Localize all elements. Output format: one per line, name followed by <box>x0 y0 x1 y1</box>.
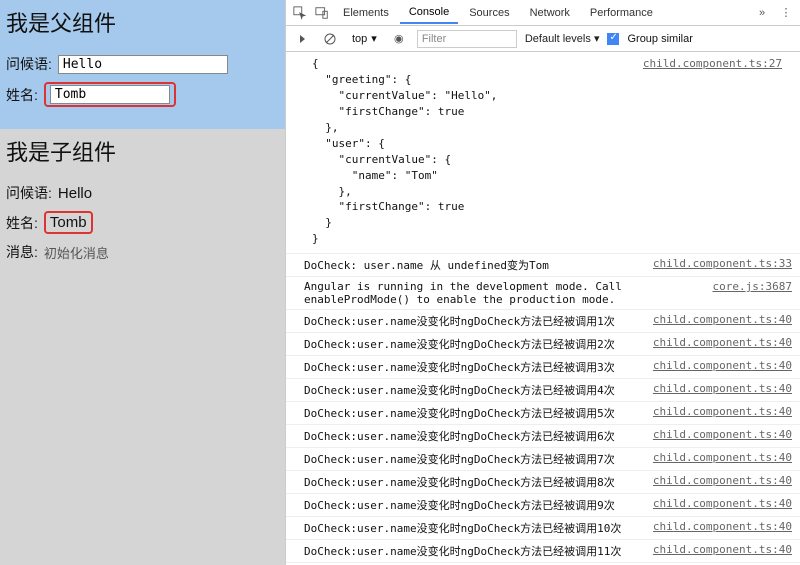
console-row: DoCheck:user.name没变化时ngDoCheck方法已经被调用6次c… <box>286 424 800 447</box>
greeting-input[interactable] <box>58 55 228 74</box>
clear-console-icon[interactable] <box>320 29 340 49</box>
console-message: Angular is running in the development mo… <box>304 280 713 306</box>
console-message: DoCheck:user.name没变化时ngDoCheck方法已经被调用9次 <box>304 497 653 513</box>
inspect-icon[interactable] <box>290 3 310 23</box>
console-row: DoCheck:user.name没变化时ngDoCheck方法已经被调用1次c… <box>286 309 800 332</box>
console-row: DoCheck:user.name没变化时ngDoCheck方法已经被调用7次c… <box>286 447 800 470</box>
source-link[interactable]: child.component.ts:40 <box>653 497 792 513</box>
parent-component: 我是父组件 问候语: 姓名: <box>0 0 285 129</box>
name-label: 姓名: <box>6 85 38 105</box>
source-link[interactable]: child.component.ts:40 <box>653 543 792 559</box>
highlight-box <box>44 82 176 107</box>
console-row: DoCheck: user.name 从 undefined变为Tomchild… <box>286 253 800 276</box>
console-message: DoCheck:user.name没变化时ngDoCheck方法已经被调用5次 <box>304 405 653 421</box>
console-message: DoCheck:user.name没变化时ngDoCheck方法已经被调用3次 <box>304 359 653 375</box>
console-message: DoCheck:user.name没变化时ngDoCheck方法已经被调用11次 <box>304 543 653 559</box>
log-levels-select[interactable]: Default levels ▾ <box>525 32 600 45</box>
source-link[interactable]: core.js:3687 <box>713 280 792 306</box>
eye-icon[interactable]: ◉ <box>389 29 409 49</box>
context-select[interactable]: top ▾ <box>348 30 381 47</box>
child-greeting-label: 问候语: <box>6 183 52 203</box>
message-row: 消息: 初始化消息 <box>6 242 279 262</box>
chevron-down-icon: ▾ <box>594 33 600 45</box>
console-row: DoCheck:user.name没变化时ngDoCheck方法已经被调用9次c… <box>286 493 800 516</box>
parent-title: 我是父组件 <box>6 6 279 38</box>
group-similar-label: Group similar <box>627 33 692 45</box>
child-title: 我是子组件 <box>6 135 279 167</box>
tab-sources[interactable]: Sources <box>460 3 518 23</box>
object-json: { "greeting": { "currentValue": "Hello",… <box>312 56 790 247</box>
source-link[interactable]: child.component.ts:40 <box>653 428 792 444</box>
console-row: DoCheck:user.name没变化时ngDoCheck方法已经被调用3次c… <box>286 355 800 378</box>
console-message: DoCheck:user.name没变化时ngDoCheck方法已经被调用8次 <box>304 474 653 490</box>
console-row: Angular is running in the development mo… <box>286 276 800 309</box>
console-message: DoCheck:user.name没变化时ngDoCheck方法已经被调用7次 <box>304 451 653 467</box>
child-greeting-value: Hello <box>58 185 92 202</box>
console-object: child.component.ts:27 { "greeting": { "c… <box>286 56 800 253</box>
tab-network[interactable]: Network <box>521 3 579 23</box>
console-message: DoCheck:user.name没变化时ngDoCheck方法已经被调用6次 <box>304 428 653 444</box>
overflow-icon[interactable]: » <box>752 3 772 23</box>
greeting-label: 问候语: <box>6 54 52 74</box>
source-link[interactable]: child.component.ts:40 <box>653 359 792 375</box>
console-toolbar: top ▾ ◉ Filter Default levels ▾ Group si… <box>286 26 800 52</box>
name-input[interactable] <box>50 85 170 104</box>
console-row: DoCheck:user.name没变化时ngDoCheck方法已经被调用10次… <box>286 516 800 539</box>
child-name-label: 姓名: <box>6 213 38 233</box>
source-link[interactable]: child.component.ts:40 <box>653 382 792 398</box>
source-link[interactable]: child.component.ts:33 <box>653 257 792 273</box>
console-row: DoCheck:user.name没变化时ngDoCheck方法已经被调用8次c… <box>286 470 800 493</box>
kebab-icon[interactable]: ⋮ <box>776 3 796 23</box>
console-row: DoCheck:user.name没变化时ngDoCheck方法已经被调用5次c… <box>286 401 800 424</box>
devtools-tabbar: Elements Console Sources Network Perform… <box>286 0 800 26</box>
app-preview: 我是父组件 问候语: 姓名: 我是子组件 问候语: Hello 姓名: Tomb… <box>0 0 285 565</box>
source-link[interactable]: child.component.ts:40 <box>653 405 792 421</box>
chevron-down-icon: ▾ <box>371 32 377 45</box>
console-row: DoCheck:user.name没变化时ngDoCheck方法已经被调用4次c… <box>286 378 800 401</box>
child-component: 我是子组件 问候语: Hello 姓名: Tomb 消息: 初始化消息 <box>0 129 285 284</box>
console-message: DoCheck:user.name没变化时ngDoCheck方法已经被调用10次 <box>304 520 653 536</box>
devtools-panel: Elements Console Sources Network Perform… <box>285 0 800 565</box>
console-message: DoCheck:user.name没变化时ngDoCheck方法已经被调用2次 <box>304 336 653 352</box>
console-message: DoCheck: user.name 从 undefined变为Tom <box>304 257 653 273</box>
source-link[interactable]: child.component.ts:27 <box>643 56 790 72</box>
message-label: 消息: <box>6 242 38 262</box>
console-message: DoCheck:user.name没变化时ngDoCheck方法已经被调用1次 <box>304 313 653 329</box>
source-link[interactable]: child.component.ts:40 <box>653 474 792 490</box>
source-link[interactable]: child.component.ts:40 <box>653 451 792 467</box>
message-value: 初始化消息 <box>44 243 109 262</box>
name-row: 姓名: <box>6 82 279 107</box>
console-row: DoCheck:user.name没变化时ngDoCheck方法已经被调用11次… <box>286 539 800 562</box>
tab-console[interactable]: Console <box>400 2 458 24</box>
tab-performance[interactable]: Performance <box>581 3 662 23</box>
child-name-value: Tomb <box>50 214 87 231</box>
console-output[interactable]: child.component.ts:27 { "greeting": { "c… <box>286 52 800 565</box>
context-value: top <box>352 33 367 45</box>
console-message: DoCheck:user.name没变化时ngDoCheck方法已经被调用4次 <box>304 382 653 398</box>
greeting-row: 问候语: <box>6 54 279 74</box>
sidebar-toggle-icon[interactable] <box>292 29 312 49</box>
source-link[interactable]: child.component.ts:40 <box>653 313 792 329</box>
console-row: DoCheck:user.name没变化时ngDoCheck方法已经被调用2次c… <box>286 332 800 355</box>
group-similar-checkbox[interactable] <box>607 33 619 45</box>
highlight-box: Tomb <box>44 211 93 234</box>
child-greeting-row: 问候语: Hello <box>6 183 279 203</box>
source-link[interactable]: child.component.ts:40 <box>653 520 792 536</box>
tab-elements[interactable]: Elements <box>334 3 398 23</box>
source-link[interactable]: child.component.ts:40 <box>653 336 792 352</box>
child-name-row: 姓名: Tomb <box>6 211 279 234</box>
filter-input[interactable]: Filter <box>417 30 517 48</box>
device-icon[interactable] <box>312 3 332 23</box>
